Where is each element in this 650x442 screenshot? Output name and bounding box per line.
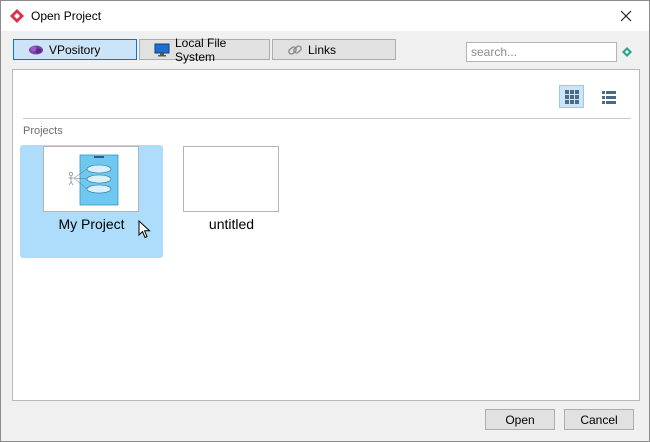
open-project-dialog: Open Project VPository Local File System — [0, 0, 650, 442]
tab-links[interactable]: Links — [272, 39, 396, 60]
section-label-projects: Projects — [23, 125, 63, 137]
title-bar: Open Project — [1, 1, 649, 31]
monitor-icon — [154, 43, 170, 57]
project-thumbnail — [183, 146, 279, 212]
window-title: Open Project — [31, 9, 102, 23]
tab-vpository-label: VPository — [49, 42, 101, 57]
vpository-icon — [28, 43, 44, 57]
list-view-icon — [601, 90, 616, 104]
grid-view-button[interactable] — [559, 85, 584, 108]
projects-panel: Projects My Project untitled — [12, 69, 640, 401]
clear-search-icon[interactable] — [621, 46, 633, 58]
open-button[interactable]: Open — [485, 409, 555, 430]
tab-vpository[interactable]: VPository — [13, 39, 137, 60]
tab-local-file-system-label: Local File System — [175, 35, 227, 64]
project-thumbnail — [43, 146, 139, 212]
search-input[interactable] — [466, 42, 617, 62]
tab-links-label: Links — [308, 42, 337, 57]
link-icon — [287, 43, 303, 57]
cancel-button[interactable]: Cancel — [564, 409, 634, 430]
close-icon — [620, 10, 632, 22]
project-name: My Project — [58, 216, 125, 232]
project-card[interactable]: My Project — [20, 145, 163, 258]
project-name: untitled — [208, 216, 255, 232]
tab-local-file-system[interactable]: Local File System — [139, 36, 270, 64]
grid-view-icon — [564, 89, 579, 104]
close-button[interactable] — [603, 1, 649, 31]
visual-paradigm-logo-icon — [9, 8, 25, 24]
divider — [23, 118, 631, 119]
use-case-diagram-thumbnail — [68, 154, 119, 206]
project-card[interactable]: untitled — [160, 145, 303, 258]
list-view-button[interactable] — [596, 85, 621, 108]
